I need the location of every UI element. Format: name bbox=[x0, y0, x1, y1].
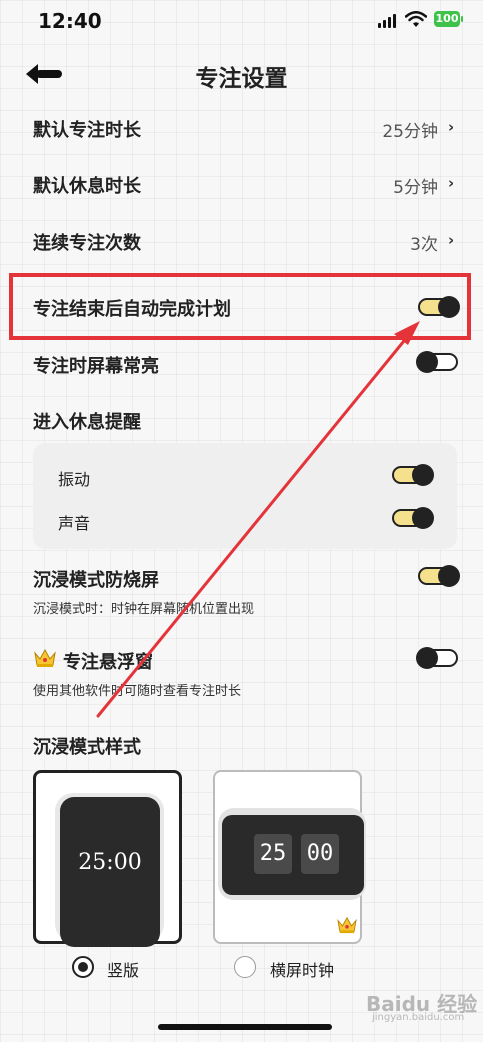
vibration-toggle[interactable] bbox=[392, 464, 434, 486]
crown-icon bbox=[34, 648, 56, 667]
screen-on-toggle[interactable] bbox=[416, 351, 458, 373]
immersive-style-title: 沉浸模式样式 bbox=[33, 737, 141, 758]
sound-label: 声音 bbox=[58, 514, 91, 533]
consecutive-focus-count-label[interactable]: 连续专注次数 bbox=[33, 229, 141, 255]
consecutive-focus-count-value[interactable]: 3次 bbox=[318, 230, 438, 255]
floating-window-description: 使用其他软件时可随时查看专注时长 bbox=[33, 684, 242, 699]
wifi-icon bbox=[405, 11, 427, 27]
watermark-url: jingyan.baidu.com bbox=[372, 1012, 465, 1023]
battery-icon: 100 bbox=[434, 11, 463, 27]
vibration-label: 振动 bbox=[58, 470, 91, 489]
cellular-signal-icon bbox=[378, 14, 396, 28]
status-time: 12:40 bbox=[38, 9, 102, 33]
landscape-style-label[interactable]: 横屏时钟 bbox=[270, 957, 334, 981]
chevron-right-icon: › bbox=[448, 118, 455, 136]
anti-burn-in-toggle[interactable] bbox=[418, 565, 460, 587]
chevron-right-icon: › bbox=[448, 174, 455, 192]
home-indicator bbox=[158, 1024, 332, 1030]
default-focus-duration-label[interactable]: 默认专注时长 bbox=[33, 116, 141, 142]
chevron-right-icon: › bbox=[448, 231, 455, 249]
crown-icon bbox=[337, 916, 357, 934]
page-title: 专注设置 bbox=[195, 66, 288, 92]
default-break-duration-value[interactable]: 5分钟 bbox=[318, 173, 438, 198]
phone-screen bbox=[222, 815, 364, 895]
anti-burn-in-description: 沉浸模式时：时钟在屏幕随机位置出现 bbox=[33, 602, 255, 617]
rest-reminder-card bbox=[33, 443, 457, 549]
floating-window-label: 专注悬浮窗 bbox=[63, 652, 153, 673]
rest-reminder-title: 进入休息提醒 bbox=[33, 412, 141, 433]
clock-minutes: 00 bbox=[301, 834, 339, 874]
portrait-clock-time: 25:00 bbox=[78, 850, 142, 875]
floating-window-toggle[interactable] bbox=[416, 647, 458, 669]
sound-toggle[interactable] bbox=[392, 507, 434, 529]
clock-hours: 25 bbox=[254, 834, 292, 874]
portrait-style-label[interactable]: 竖版 bbox=[107, 957, 139, 981]
anti-burn-in-label: 沉浸模式防烧屏 bbox=[33, 570, 159, 591]
highlight-box bbox=[9, 273, 471, 340]
landscape-style-radio[interactable] bbox=[234, 956, 256, 978]
default-break-duration-label[interactable]: 默认休息时长 bbox=[33, 172, 141, 198]
screen-on-label: 专注时屏幕常亮 bbox=[33, 356, 159, 377]
default-focus-duration-value[interactable]: 25分钟 bbox=[318, 117, 438, 142]
portrait-style-radio[interactable] bbox=[72, 956, 94, 978]
